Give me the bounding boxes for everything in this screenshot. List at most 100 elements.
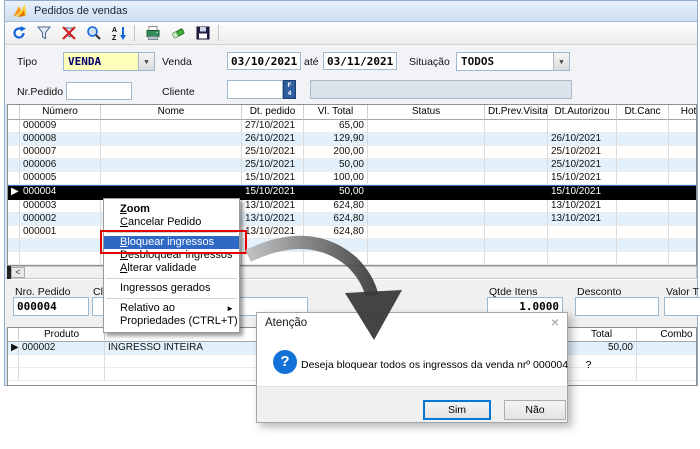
order-cell (368, 172, 485, 185)
clear-filter-button[interactable] (57, 23, 80, 44)
print-button[interactable] (141, 23, 164, 44)
order-row[interactable]: 00000515/10/2021100,0015/10/2021 (8, 172, 696, 185)
order-cell: 000008 (20, 133, 101, 146)
refresh-button[interactable] (7, 23, 30, 44)
row-selector (8, 368, 19, 381)
dialog-title: Atenção (265, 317, 307, 329)
menu-item-alterar-validade[interactable]: Alterar validade (104, 262, 239, 275)
column-header-selector[interactable] (8, 105, 20, 120)
order-cell (368, 159, 485, 172)
row-selector: ▶ (8, 342, 19, 355)
order-cell (548, 226, 617, 239)
order-cell: 27/10/2021 (242, 120, 304, 133)
chevron-down-icon[interactable]: ▼ (553, 53, 569, 70)
svg-text:A: A (112, 27, 117, 34)
order-cell: 13/10/2021 (242, 213, 304, 226)
order-cell (617, 213, 669, 226)
order-row[interactable]: 00000625/10/202150,0025/10/2021 (8, 159, 696, 172)
order-cell: 26/10/2021 (242, 133, 304, 146)
order-cell (669, 186, 697, 200)
nro-pedido-field[interactable]: 000004 (13, 297, 89, 316)
window-title: Pedidos de vendas (34, 5, 128, 17)
order-cell (368, 239, 485, 252)
nr-pedido-input[interactable] (66, 82, 132, 100)
order-cell (485, 159, 548, 172)
menu-item-ingressos-gerados[interactable]: Ingressos gerados (104, 282, 239, 295)
order-cell: 000001 (20, 226, 101, 239)
item-column-header-Combo[interactable]: Combo (637, 328, 697, 342)
order-cell (101, 172, 242, 185)
order-cell (485, 133, 548, 146)
item-cell: 000002 (19, 342, 105, 355)
date-to-field[interactable]: 03/11/2021 (323, 52, 397, 70)
scroll-left-button[interactable]: < (11, 267, 25, 278)
valor-total-field[interactable] (664, 297, 700, 316)
close-icon[interactable]: × (551, 315, 559, 329)
venda-label: Venda (162, 56, 192, 68)
date-from-field[interactable]: 03/10/2021 (227, 52, 301, 70)
eraser-button[interactable] (166, 23, 189, 44)
order-cell (485, 186, 548, 200)
sort-az-icon: A Z (111, 25, 127, 41)
row-selector: ▶ (8, 186, 20, 200)
menu-item-zoom[interactable]: Zoom (104, 203, 239, 216)
order-cell: 50,00 (304, 186, 368, 200)
app-icon (12, 3, 28, 19)
yes-button[interactable]: Sim (423, 400, 491, 420)
tipo-combo[interactable]: VENDA ▼ (63, 52, 155, 71)
question-icon: ? (273, 350, 297, 374)
order-cell: 624,80 (304, 213, 368, 226)
row-selector (8, 159, 20, 172)
chevron-down-icon[interactable]: ▼ (138, 53, 154, 70)
column-header-Dt.Autorizou[interactable]: Dt.Autorizou (548, 105, 617, 120)
order-cell: 129,90 (304, 133, 368, 146)
clear-filter-icon (61, 25, 77, 41)
cliente-f4-button[interactable]: F4 (283, 80, 296, 99)
order-cell (548, 252, 617, 265)
tipo-label: Tipo (17, 56, 37, 68)
row-selector (8, 120, 20, 133)
svg-text:Z: Z (112, 35, 117, 41)
menu-item-propriedades-ctrl-t[interactable]: Propriedades (CTRL+T) (104, 315, 239, 328)
desconto-field[interactable] (575, 297, 659, 316)
zoom-button[interactable] (82, 23, 105, 44)
column-header-Status[interactable]: Status (368, 105, 485, 120)
filter-button[interactable] (32, 23, 55, 44)
red-annotation-box (100, 230, 247, 254)
item-column-header-Produto[interactable]: Produto (19, 328, 105, 342)
column-header-Número[interactable]: Número (20, 105, 101, 120)
column-header-Vl. Total[interactable]: Vl. Total (304, 105, 368, 120)
save-button[interactable] (191, 23, 214, 44)
order-row[interactable]: 00000826/10/2021129,9026/10/2021 (8, 133, 696, 146)
order-cell: 000004 (20, 186, 101, 200)
column-header-Dt. pedido[interactable]: Dt. pedido (242, 105, 304, 120)
order-cell (548, 120, 617, 133)
tipo-combo-value: VENDA (64, 55, 138, 68)
situacao-combo[interactable]: TODOS ▼ (456, 52, 570, 71)
row-selector (8, 172, 20, 185)
column-header-Dt.Canc[interactable]: Dt.Canc (617, 105, 669, 120)
order-cell (101, 159, 242, 172)
column-header-Hot[interactable]: Hot (669, 105, 697, 120)
sort-button[interactable]: A Z (107, 23, 130, 44)
column-header-Dt.Prev.Visita[interactable]: Dt.Prev.Visita (485, 105, 548, 120)
order-cell (548, 239, 617, 252)
column-header-Nome[interactable]: Nome (101, 105, 242, 120)
item-cell (19, 368, 105, 381)
menu-item-relativo-ao[interactable]: Relativo ao► (104, 302, 239, 315)
cliente-code-input[interactable] (227, 80, 283, 99)
item-column-header-Total[interactable]: Total (567, 328, 637, 342)
order-row[interactable]: 00000927/10/202165,00 (8, 120, 696, 133)
refresh-icon (11, 25, 27, 41)
order-cell (368, 226, 485, 239)
order-cell (304, 252, 368, 265)
order-cell (20, 239, 101, 252)
order-cell: 13/10/2021 (242, 226, 304, 239)
order-cell: 624,80 (304, 200, 368, 213)
menu-item-cancelar-pedido[interactable]: Cancelar Pedido (104, 216, 239, 229)
order-row[interactable]: 00000725/10/2021200,0025/10/2021 (8, 146, 696, 159)
toolbar-separator (134, 25, 135, 41)
no-button[interactable]: Não (504, 400, 566, 420)
order-cell: 15/10/2021 (548, 186, 617, 200)
item-column-header-blank[interactable] (8, 328, 19, 342)
